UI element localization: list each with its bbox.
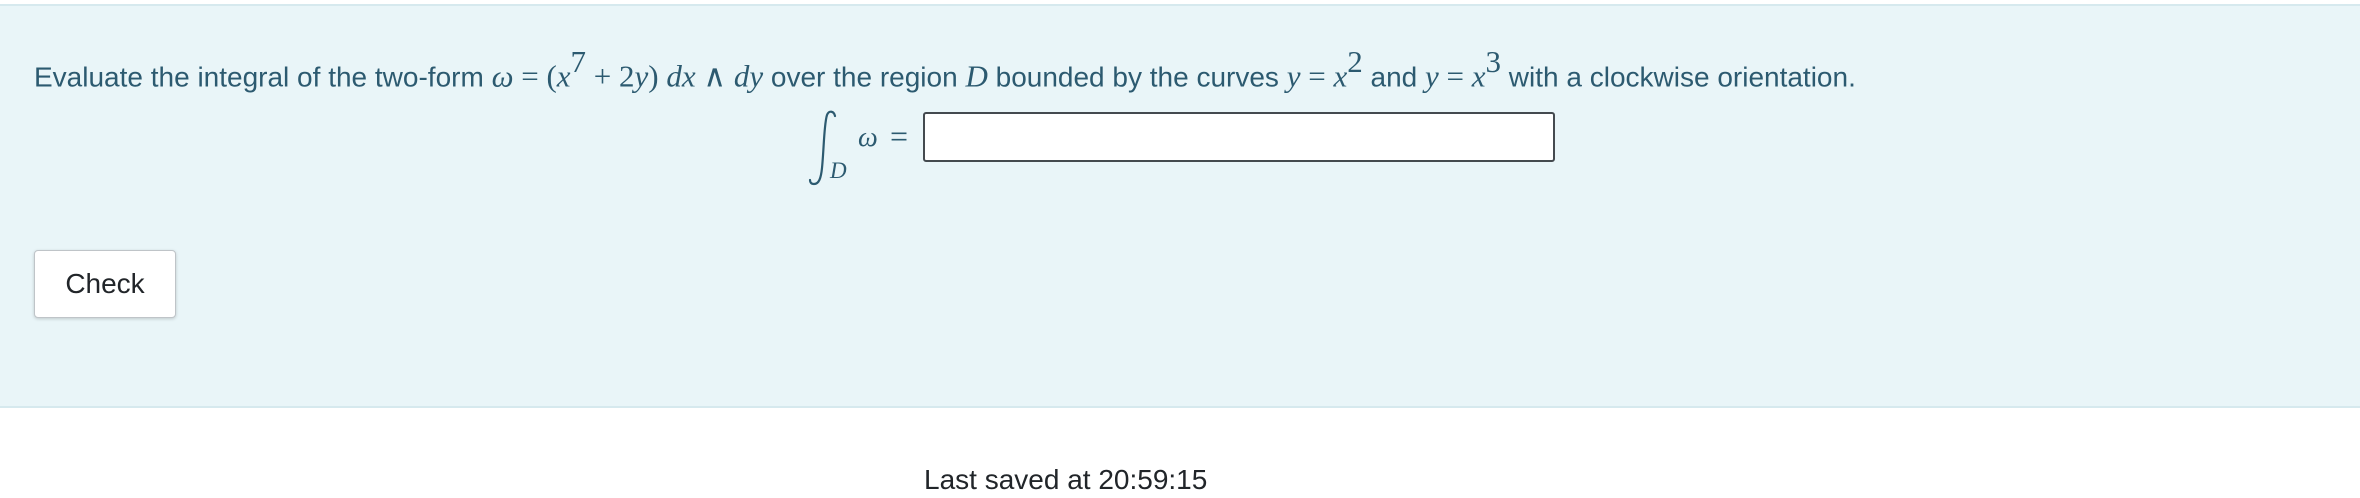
question-panel: Evaluate the integral of the two-form ω … [0, 4, 2360, 408]
question-text-part: and [1362, 61, 1426, 93]
math-exponent: 2 [1347, 44, 1363, 79]
math-operator: + 2 [586, 58, 635, 94]
question-text-part: bounded by the curves [987, 61, 1287, 93]
math-differential: dy [733, 58, 764, 94]
math-operator: = [1300, 58, 1334, 94]
integral-integrand: ω [858, 122, 878, 153]
math-variable: x [556, 58, 571, 94]
integral-expression: D ω = [808, 106, 918, 190]
question-text-part: Evaluate the integral of the two-form [34, 61, 492, 93]
math-variable: y [634, 58, 649, 94]
math-operator: = ( [513, 58, 557, 94]
math-variable: y [1286, 58, 1301, 94]
question-text-part: over the region [763, 61, 966, 93]
math-variable: y [1425, 58, 1439, 94]
math-operator: = [1438, 58, 1472, 94]
integral-subscript: D [830, 158, 847, 183]
answer-input[interactable] [923, 112, 1555, 162]
math-differential: dx [666, 58, 696, 94]
omega-symbol: ω [491, 58, 514, 94]
last-saved-status: Last saved at 20:59:15 [924, 464, 1208, 495]
region-symbol: D [965, 58, 988, 94]
integral-equals: = [890, 118, 909, 154]
check-button[interactable]: Check [34, 250, 176, 318]
wedge-symbol: ∧ [695, 58, 734, 94]
question-text-part: with a clockwise orientation. [1501, 61, 1856, 93]
math-exponent: 3 [1485, 44, 1502, 79]
math-operator: ) [648, 58, 667, 94]
math-variable: x [1471, 58, 1486, 94]
math-variable: x [1333, 58, 1348, 94]
math-exponent: 7 [570, 44, 587, 79]
question-text: Evaluate the integral of the two-form ω … [34, 44, 1856, 95]
